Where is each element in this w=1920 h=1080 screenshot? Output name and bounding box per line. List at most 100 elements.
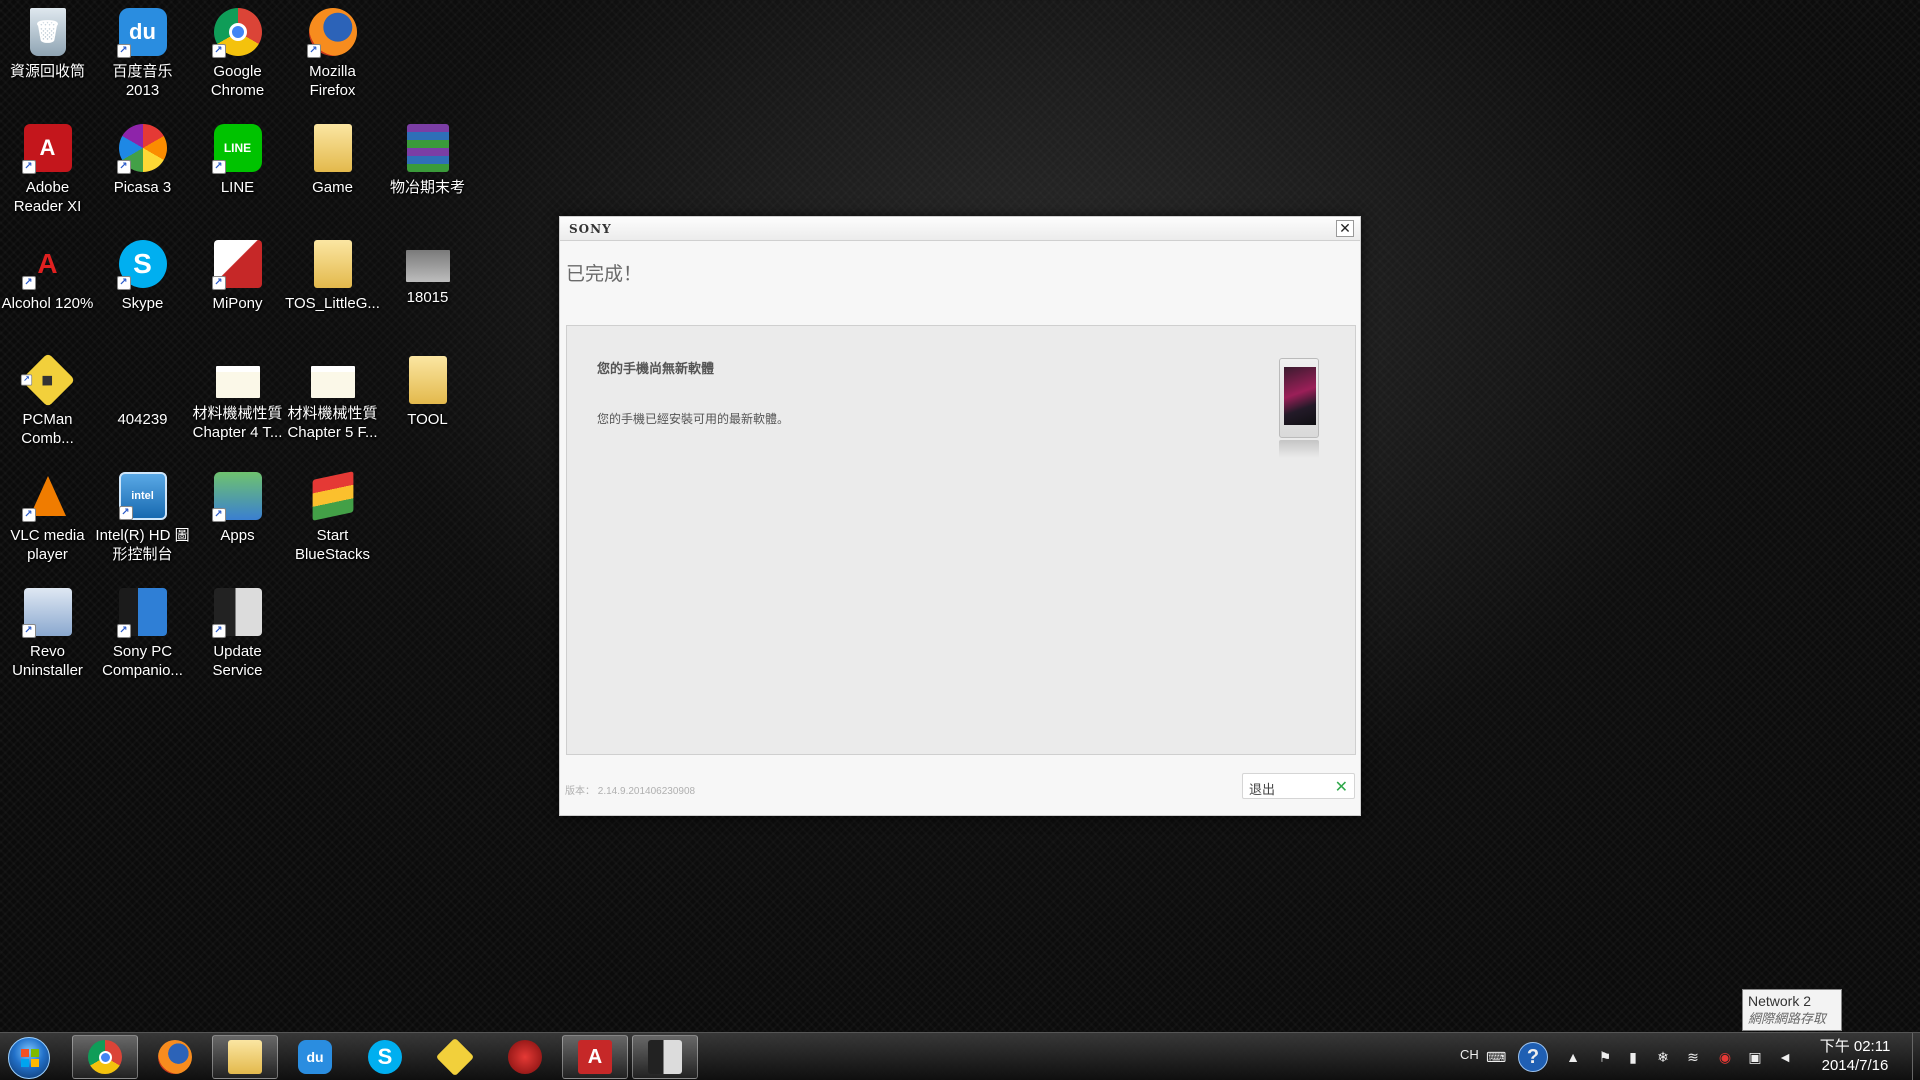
battery-icon[interactable]: ▮ [1624, 1048, 1642, 1066]
phone-reflection [1279, 440, 1319, 458]
update-service-icon [648, 1040, 682, 1074]
folder-icon [313, 124, 352, 172]
taskbar-pcman[interactable] [422, 1035, 488, 1079]
file-explorer-icon [228, 1040, 262, 1074]
desktop-icon-18015[interactable]: 18015 [380, 236, 475, 348]
beats-audio-icon[interactable]: ◉ [1716, 1048, 1734, 1066]
desktop-icon-mipony[interactable]: ↗ MiPony [190, 236, 285, 348]
version-label: 版本： 2.14.9.201406230908 [565, 786, 696, 797]
tooltip-network-name: Network 2 [1748, 993, 1812, 1009]
desktop-icon-revo[interactable]: ↗ Revo Uninstaller [0, 584, 95, 696]
mipony-icon: ↗ [211, 240, 262, 290]
sony-logo: SONY [569, 222, 612, 236]
desktop-icon-tool-folder[interactable]: TOOL [380, 352, 475, 464]
document-icon [215, 366, 260, 398]
exit-x-icon: ✕ [1334, 779, 1348, 796]
taskbar-skype[interactable]: S [352, 1035, 418, 1079]
desktop-icon-google-chrome[interactable]: ↗ Google Chrome [190, 4, 285, 116]
tooltip-network-status: 網際網路存取 [1748, 1011, 1827, 1026]
desktop-icon-firefox[interactable]: ↗ Mozilla Firefox [285, 4, 380, 116]
desktop-icon-chapter-4[interactable]: 材料機械性質 Chapter 4 T... [190, 352, 285, 464]
show-desktop-button[interactable] [1912, 1033, 1920, 1080]
sony-update-dialog: SONY ✕ 已完成！ 您的手機尚無新軟體 您的手機已經安裝可用的最新軟體。 版… [559, 216, 1361, 816]
taskbar-red-app[interactable] [492, 1035, 558, 1079]
desktop-icon-winrar-archive[interactable]: 物冶期末考 [380, 120, 475, 232]
bluestacks-icon [312, 471, 353, 521]
dialog-titlebar[interactable]: SONY ✕ [560, 217, 1360, 241]
desktop-icon-game-folder[interactable]: Game [285, 120, 380, 232]
skype-icon: S [368, 1040, 402, 1074]
desktop-icon-chapter-5[interactable]: 材料機械性質 Chapter 5 F... [285, 352, 380, 464]
intel-graphics-icon: intel ↗ [118, 472, 167, 520]
desktop-icon-intel-hd[interactable]: intel ↗ Intel(R) HD 圖形控制台 [95, 468, 190, 580]
taskbar-explorer[interactable] [212, 1035, 278, 1079]
pcman-icon: ◆ ↗ [20, 352, 75, 408]
alcohol-icon: A ↗ [21, 240, 72, 290]
desktop-icon-bluestacks[interactable]: Start BlueStacks [285, 468, 380, 580]
help-icon[interactable]: ? [1518, 1042, 1548, 1072]
adobe-reader-icon: A ↗ [21, 124, 72, 174]
dialog-heading: 已完成！ [566, 264, 643, 285]
phone-image [1279, 358, 1319, 438]
document-icon [310, 366, 355, 398]
vlc-icon: ↗ [21, 472, 72, 522]
close-icon[interactable]: ✕ [1336, 220, 1354, 237]
volume-icon[interactable]: ◄ [1776, 1048, 1794, 1066]
desktop-icon-line[interactable]: LINE ↗ LINE [190, 120, 285, 232]
baidu-music-icon: du ↗ [116, 8, 167, 58]
network-tooltip: Network 2 網際網路存取 [1742, 989, 1842, 1031]
taskbar-chrome[interactable] [72, 1035, 138, 1079]
desktop-icon-recycle-bin[interactable]: 🗑 資源回收筒 [0, 4, 95, 116]
folder-icon [313, 240, 352, 288]
desktop-icon-skype[interactable]: S ↗ Skype [95, 236, 190, 348]
desktop-icon-404239[interactable]: 404239 [95, 352, 190, 464]
wifi-icon[interactable]: ≋ [1684, 1048, 1702, 1066]
desktop-icon-baidu-music[interactable]: du ↗ 百度音乐 2013 [95, 4, 190, 116]
taskbar-autocad[interactable]: A [562, 1035, 628, 1079]
update-service-icon: ↗ [211, 588, 262, 638]
baidu-music-icon: du [298, 1040, 332, 1074]
desktop-icon-picasa[interactable]: ↗ Picasa 3 [95, 120, 190, 232]
desktop-icon-apps[interactable]: ↗ Apps [190, 468, 285, 580]
network-icon[interactable]: ▣ [1746, 1048, 1764, 1066]
language-indicator[interactable]: CH [1460, 1047, 1479, 1062]
folder-icon [408, 356, 447, 404]
clock-time: 下午 02:11 [1819, 1038, 1891, 1055]
recycle-bin-icon: 🗑 [29, 8, 66, 56]
firefox-icon: ↗ [306, 8, 357, 58]
desktop-icon-sony-pc-companion[interactable]: ↗ Sony PC Companio... [95, 584, 190, 696]
keyboard-icon[interactable]: ⌨ [1486, 1048, 1506, 1066]
show-hidden-icons-icon[interactable]: ▲ [1564, 1048, 1582, 1066]
panel-title: 您的手機尚無新軟體 [597, 361, 715, 376]
taskbar-baidu-music[interactable]: du [282, 1035, 348, 1079]
clock[interactable]: 下午 02:11 2014/7/16 [1800, 1037, 1910, 1075]
desktop-icon-tos-folder[interactable]: TOS_LittleG... [285, 236, 380, 348]
desktop-icon-adobe-reader[interactable]: A ↗ Adobe Reader XI [0, 120, 95, 232]
result-panel: 您的手機尚無新軟體 您的手機已經安裝可用的最新軟體。 [566, 325, 1356, 755]
image-file-icon [405, 250, 450, 282]
panel-message: 您的手機已經安裝可用的最新軟體。 [597, 412, 790, 426]
desktop-icon-vlc[interactable]: ↗ VLC media player [0, 468, 95, 580]
line-icon: LINE ↗ [211, 124, 262, 174]
desktop-icon-alcohol[interactable]: A ↗ Alcohol 120% [0, 236, 95, 348]
clock-date: 2014/7/16 [1821, 1057, 1889, 1074]
exit-button[interactable]: 退出 ✕ [1242, 773, 1355, 799]
firefox-icon [158, 1040, 192, 1074]
action-center-flag-icon[interactable]: ⚑ [1596, 1048, 1614, 1066]
taskbar-update-service[interactable] [632, 1035, 698, 1079]
red-app-icon [508, 1040, 542, 1074]
taskbar-firefox[interactable] [142, 1035, 208, 1079]
exit-button-label: 退出 [1249, 782, 1276, 797]
snowflake-app-icon[interactable]: ❄ [1654, 1048, 1672, 1066]
winrar-icon [406, 124, 449, 172]
start-button[interactable] [8, 1037, 50, 1079]
pcman-icon [435, 1037, 475, 1077]
revo-uninstaller-icon: ↗ [21, 588, 72, 638]
chrome-icon: ↗ [211, 8, 262, 58]
image-file-icon [119, 356, 167, 404]
skype-icon: S ↗ [116, 240, 167, 290]
windows-logo-icon [21, 1049, 39, 1067]
desktop-icon-pcman[interactable]: ◆ ↗ PCMan Comb... [0, 352, 95, 464]
autocad-icon: A [578, 1040, 612, 1074]
desktop-icon-update-service[interactable]: ↗ Update Service [190, 584, 285, 696]
